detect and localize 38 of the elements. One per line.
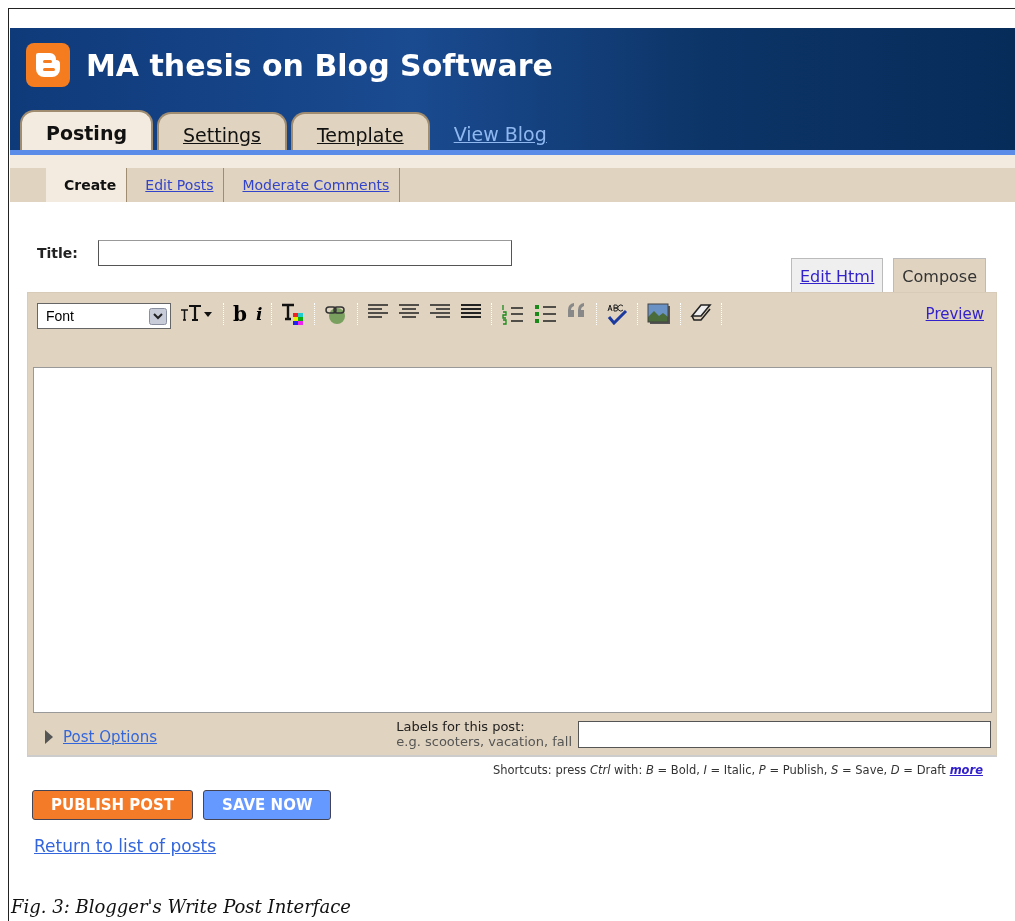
nav-tab[interactable]: Settings	[157, 112, 287, 150]
align-right-icon[interactable]	[429, 303, 452, 319]
nav-tab[interactable]: Posting	[20, 110, 153, 150]
text-color-icon[interactable]	[281, 303, 306, 325]
view-blog-link[interactable]: View Blog	[433, 123, 547, 150]
post-options-link[interactable]: Post Options	[63, 728, 158, 746]
font-size-icon[interactable]	[180, 303, 214, 323]
labels-label: Labels for this post:	[396, 719, 526, 734]
image-icon[interactable]	[647, 303, 672, 325]
numbered-list-icon[interactable]	[501, 303, 526, 325]
justify-icon[interactable]	[460, 303, 483, 319]
shortcuts-text: Shortcuts: press Ctrl with: B = Bold, I = Italic, P = Publish, S = Save, D = Draft	[492, 763, 946, 777]
align-center-icon[interactable]	[398, 303, 421, 319]
editor-mode-tab[interactable]: Compose	[893, 258, 986, 292]
expand-arrow-icon[interactable]	[44, 730, 54, 744]
nav-tab[interactable]: Template	[290, 112, 430, 150]
labels-field[interactable]	[578, 720, 991, 748]
preview-link[interactable]: Preview	[925, 305, 984, 323]
eraser-icon[interactable]	[690, 303, 713, 321]
blog-title: MA thesis on Blog Software	[86, 47, 553, 83]
bold-button[interactable]: b	[233, 303, 247, 325]
align-left-icon[interactable]	[367, 303, 390, 319]
font-dropdown[interactable]: Font	[37, 303, 171, 329]
bullet-list-icon[interactable]	[534, 303, 559, 325]
spellcheck-icon[interactable]	[606, 303, 629, 325]
sub-tab[interactable]: Create	[46, 168, 128, 202]
italic-button[interactable]: i	[256, 303, 263, 325]
title-field[interactable]	[97, 240, 512, 266]
logo-icon	[26, 43, 70, 87]
figure-caption: Fig. 3: Blogger's Write Post Interface	[11, 896, 351, 918]
post-body-field[interactable]	[33, 367, 992, 713]
sub-tab[interactable]: Edit Posts	[127, 168, 225, 202]
labels-hint: e.g. scooters, vacation, fall	[396, 734, 572, 749]
more-link[interactable]: more	[949, 763, 983, 777]
title-label: Title:	[37, 245, 78, 261]
editor-mode-tab[interactable]: Edit Html	[790, 258, 884, 292]
return-link[interactable]: Return to list of posts	[34, 836, 217, 856]
sub-tab[interactable]: Moderate Comments	[224, 168, 401, 202]
